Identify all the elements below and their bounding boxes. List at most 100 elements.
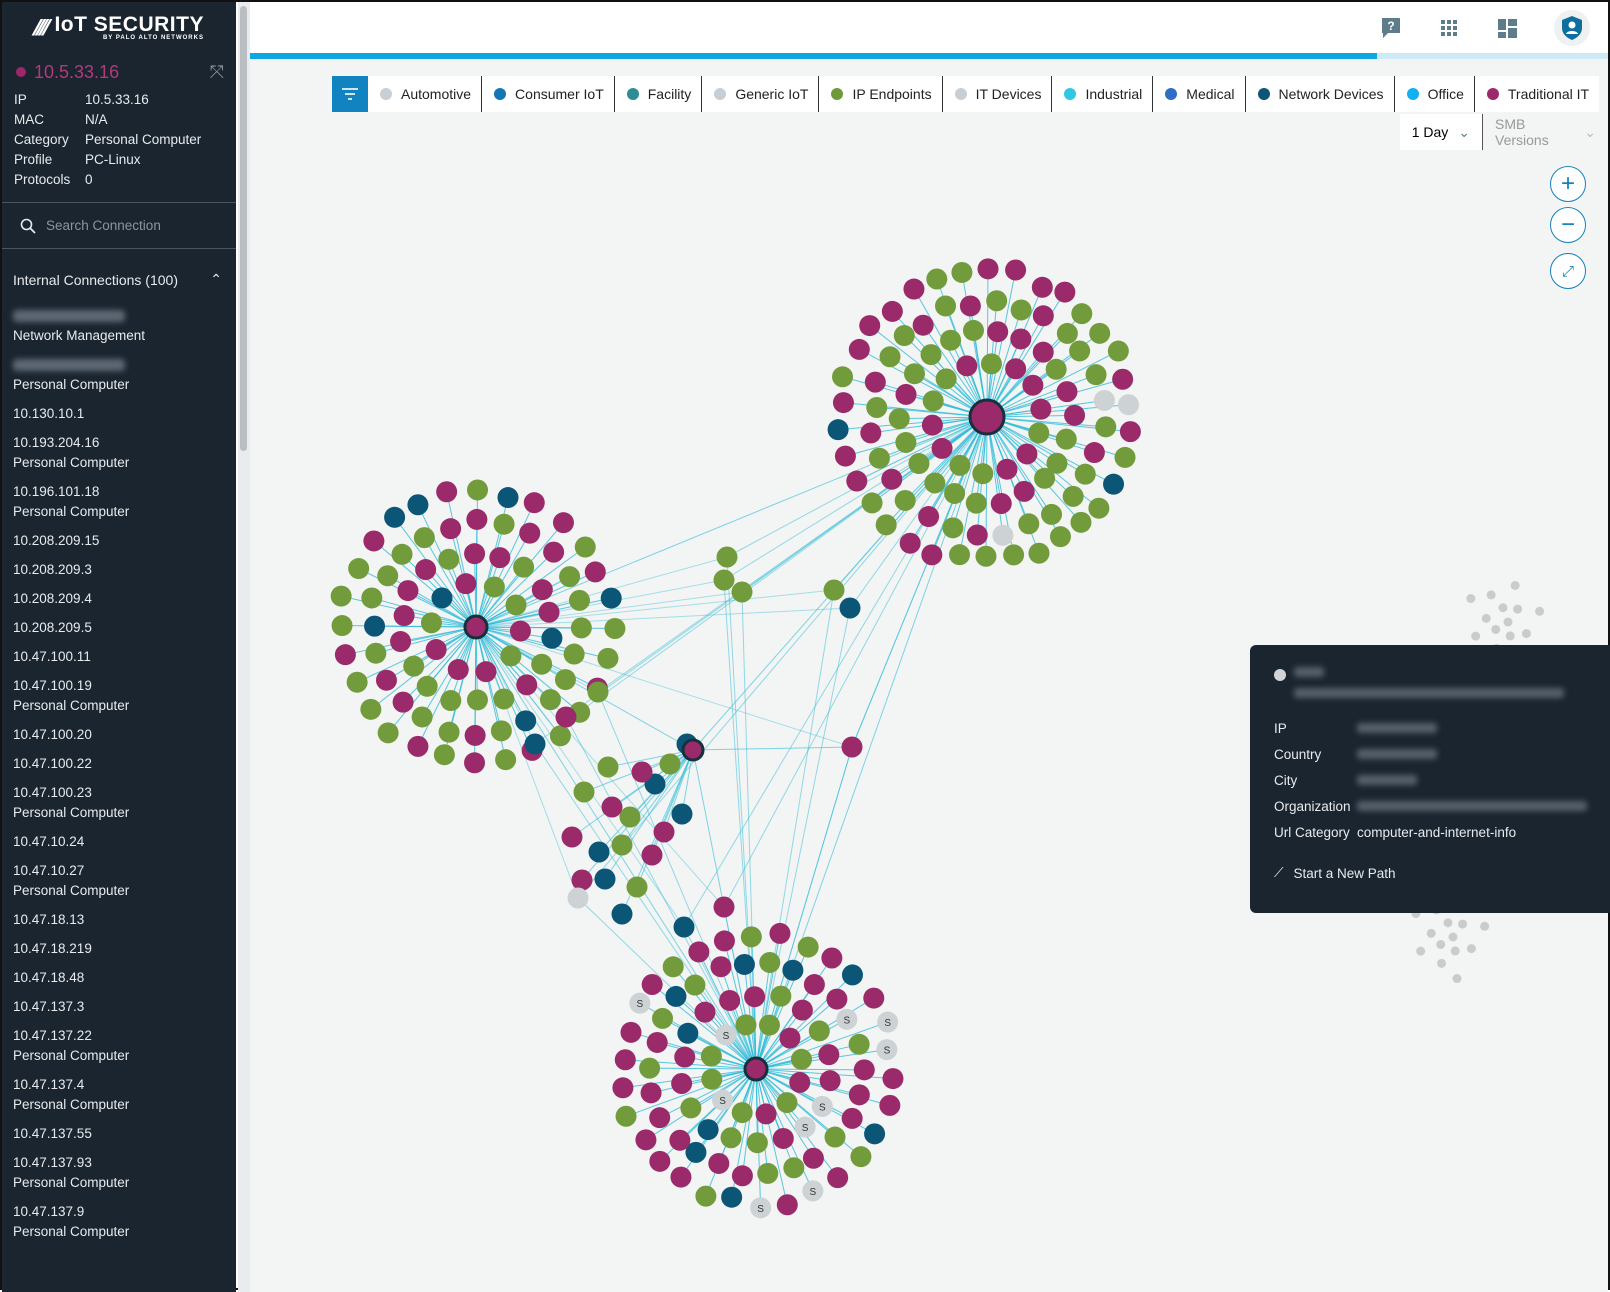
device-node[interactable] (652, 1007, 674, 1029)
device-node[interactable] (834, 445, 856, 467)
device-node[interactable] (977, 258, 999, 280)
connection-item[interactable]: 10.47.137.55 (13, 1120, 236, 1149)
device-node[interactable] (464, 752, 486, 774)
device-node[interactable] (719, 989, 741, 1011)
device-node[interactable] (1480, 921, 1490, 931)
device-node[interactable] (1118, 394, 1140, 416)
zoom-out-button[interactable]: − (1550, 207, 1586, 243)
device-node[interactable] (713, 569, 735, 591)
device-node[interactable] (375, 669, 397, 691)
device-node[interactable] (1056, 322, 1078, 344)
device-node[interactable] (516, 674, 538, 696)
device-node[interactable] (483, 576, 505, 598)
connection-item[interactable]: 10.47.137.9 Personal Computer (13, 1198, 236, 1247)
device-node[interactable] (1071, 303, 1093, 325)
fit-screen-button[interactable]: ⤢ (1550, 253, 1586, 289)
device-node[interactable] (861, 492, 883, 514)
device-node[interactable] (1112, 368, 1134, 390)
device-node[interactable] (1045, 358, 1067, 380)
device-node[interactable] (731, 1165, 753, 1187)
device-node[interactable] (1028, 542, 1050, 564)
device-node[interactable] (819, 1070, 841, 1092)
device-node[interactable] (848, 1084, 870, 1106)
unpin-icon[interactable]: ⤧ (210, 62, 224, 83)
device-node[interactable] (895, 431, 917, 453)
legend-item-automotive[interactable]: Automotive (368, 76, 483, 112)
connection-item[interactable]: 10.47.18.48 (13, 964, 236, 993)
device-node[interactable] (924, 472, 946, 494)
device-node[interactable] (649, 1150, 671, 1172)
device-node[interactable] (436, 481, 458, 503)
device-node[interactable] (1054, 281, 1076, 303)
legend-item-ip-endpoints[interactable]: IP Endpoints (819, 76, 943, 112)
device-node[interactable] (431, 587, 453, 609)
device-node[interactable] (392, 691, 414, 713)
device-node[interactable] (438, 548, 460, 570)
device-node[interactable] (1510, 581, 1520, 591)
device-node[interactable] (992, 524, 1014, 546)
connection-item[interactable]: 10.196.101.18 Personal Computer (13, 478, 236, 527)
device-node[interactable] (956, 355, 978, 377)
device-node[interactable] (1013, 480, 1035, 502)
device-node[interactable] (1032, 341, 1054, 363)
device-node[interactable] (620, 1021, 642, 1043)
device-node[interactable] (559, 566, 581, 588)
device-node[interactable] (701, 1068, 723, 1090)
device-node[interactable] (466, 689, 488, 711)
connection-item[interactable]: 10.47.10.24 (13, 828, 236, 857)
device-node[interactable] (875, 514, 897, 536)
device-node[interactable] (671, 803, 693, 825)
device-node[interactable] (467, 479, 489, 501)
device-node[interactable] (588, 841, 610, 863)
device-node[interactable] (688, 941, 710, 963)
device-node[interactable] (1498, 603, 1508, 613)
device-node[interactable] (1107, 340, 1129, 362)
device-node[interactable] (1450, 946, 1460, 956)
device-node[interactable] (433, 744, 455, 766)
device-node[interactable] (464, 724, 486, 746)
device-node[interactable] (695, 1185, 717, 1207)
device-node[interactable] (893, 325, 915, 347)
device-node[interactable] (561, 826, 583, 848)
device-node[interactable] (611, 834, 633, 856)
device-node[interactable] (440, 518, 462, 540)
device-node[interactable] (1416, 946, 1426, 956)
device-node[interactable] (846, 470, 868, 492)
device-node[interactable] (1041, 503, 1063, 525)
device-node[interactable] (1085, 364, 1107, 386)
device-node[interactable] (776, 1194, 798, 1216)
device-node[interactable] (1064, 404, 1086, 426)
connection-item[interactable]: 10.47.100.23 Personal Computer (13, 779, 236, 828)
device-node[interactable] (543, 541, 565, 563)
device-node[interactable] (1034, 467, 1056, 489)
device-node[interactable] (1491, 624, 1501, 634)
device-node[interactable] (665, 985, 687, 1007)
device-node[interactable] (731, 581, 753, 603)
device-node[interactable] (824, 1126, 846, 1148)
device-node[interactable] (1074, 463, 1096, 485)
connection-item[interactable]: Network Management (13, 302, 236, 351)
device-node[interactable] (365, 642, 387, 664)
legend-item-traditional-it[interactable]: Traditional IT (1475, 76, 1599, 112)
device-node[interactable] (615, 1105, 637, 1127)
hub-node[interactable] (968, 398, 1006, 436)
device-node[interactable] (1503, 617, 1513, 627)
device-node[interactable] (708, 1152, 730, 1174)
device-node[interactable] (626, 876, 648, 898)
device-node[interactable] (841, 1107, 863, 1129)
device-node[interactable] (1513, 604, 1523, 614)
device-node[interactable] (879, 1094, 901, 1116)
device-node[interactable] (779, 1027, 801, 1049)
device-node[interactable] (677, 1022, 699, 1044)
device-node[interactable] (980, 353, 1002, 375)
device-node[interactable] (926, 268, 948, 290)
device-node[interactable] (710, 956, 732, 978)
legend-item-medical[interactable]: Medical (1153, 76, 1246, 112)
device-node[interactable] (848, 1033, 870, 1055)
device-node[interactable] (776, 1092, 798, 1114)
device-node[interactable] (832, 392, 854, 414)
device-node[interactable] (769, 922, 791, 944)
device-node[interactable] (489, 547, 511, 569)
device-node[interactable] (1016, 443, 1038, 465)
device-node[interactable] (735, 1014, 757, 1036)
